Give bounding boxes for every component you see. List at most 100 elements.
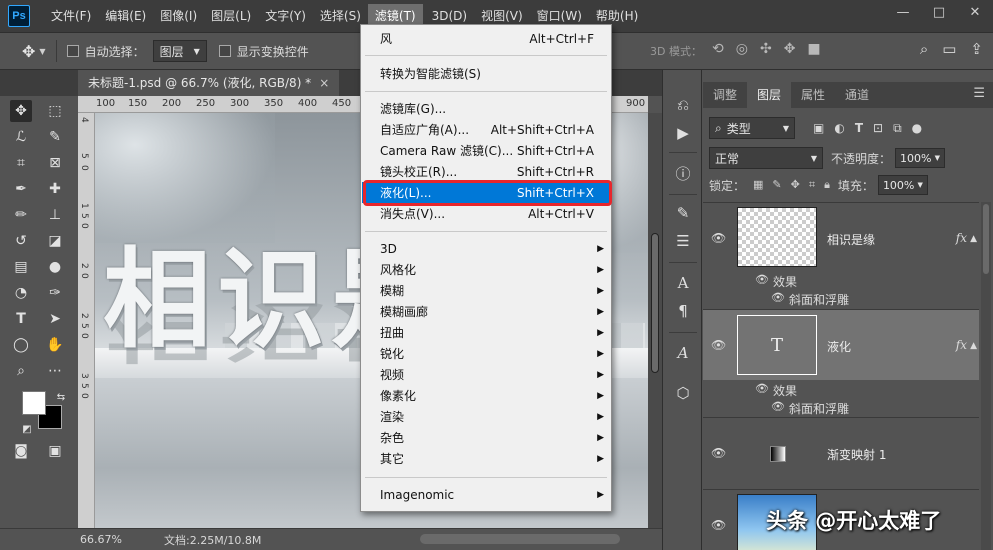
menu-edit[interactable]: 编辑(E) <box>98 4 153 28</box>
layer-row[interactable]: 👁︎ 相识是缘 fx ▲ 👁︎ 效果 👁︎ 斜面和浮雕 <box>703 203 979 310</box>
quick-select-tool-icon[interactable]: ✎ <box>44 126 66 148</box>
scroll-thumb[interactable] <box>983 204 989 274</box>
swap-colors-icon[interactable]: ⇆ <box>50 386 72 408</box>
move-tool-icon[interactable]: ✥ <box>10 100 32 122</box>
panel-menu-icon[interactable]: ☰ <box>973 86 985 101</box>
auto-select-checkbox[interactable] <box>66 45 79 57</box>
menu-type[interactable]: 文字(Y) <box>258 4 313 28</box>
orbit-3d-icon[interactable]: ⟲ <box>712 41 724 57</box>
gradient-tool-icon[interactable]: ▤ <box>10 256 32 278</box>
blend-mode-dropdown[interactable]: 正常 ▼ <box>709 147 823 169</box>
menu-layer[interactable]: 图层(L) <box>204 4 258 28</box>
path-select-tool-icon[interactable]: ➤ <box>44 308 66 330</box>
scroll-thumb[interactable] <box>651 233 659 373</box>
brush-settings-icon[interactable]: ✎ <box>672 202 694 224</box>
filter-submenu-item[interactable]: 像素化 ▶ <box>362 385 610 406</box>
filter-submenu-item[interactable]: 渲染 ▶ <box>362 406 610 427</box>
character-panel-icon[interactable]: A <box>672 272 694 294</box>
filter-menu-item[interactable]: Camera Raw 滤镜(C)... Shift+Ctrl+A <box>362 140 610 161</box>
share-icon[interactable]: ⇪ <box>970 40 983 58</box>
minimize-icon[interactable]: — <box>885 0 921 24</box>
filter-submenu-item[interactable]: 杂色 ▶ <box>362 427 610 448</box>
more-tools-icon[interactable]: ⋯ <box>44 360 66 382</box>
close-tab-icon[interactable]: × <box>319 76 329 90</box>
eye-icon[interactable]: 👁︎ <box>771 291 785 304</box>
maximize-icon[interactable]: □ <box>921 0 957 24</box>
eye-icon[interactable]: 👁︎ <box>711 231 726 245</box>
actions-panel-icon[interactable]: ▶ <box>672 122 694 144</box>
info-panel-icon[interactable]: ⓘ <box>672 162 694 184</box>
quick-mask-icon[interactable]: ◙ <box>10 440 32 462</box>
search-icon[interactable]: ⌕ <box>920 40 928 58</box>
lasso-tool-icon[interactable]: ℒ <box>10 126 32 148</box>
roll-3d-icon[interactable]: ◎ <box>736 41 748 57</box>
lock-all-icon[interactable]: 🔒︎ <box>824 178 830 192</box>
filter-menu-item[interactable]: 镜头校正(R)... Shift+Ctrl+R <box>362 161 610 182</box>
shape-tool-icon[interactable]: ◯ <box>10 334 32 356</box>
tab-channels[interactable]: 通道 <box>835 82 879 108</box>
show-transform-checkbox[interactable] <box>218 45 231 57</box>
eye-icon[interactable]: 👁︎ <box>755 273 769 286</box>
eye-icon[interactable]: 👁︎ <box>771 400 785 413</box>
type-filter-icon[interactable]: T <box>855 121 863 136</box>
3d-panel-icon[interactable]: ⬡ <box>672 382 694 404</box>
adjust-sliders-icon[interactable]: ☰ <box>672 230 694 252</box>
filter-toggle-icon[interactable]: ● <box>912 121 922 136</box>
marquee-tool-icon[interactable]: ⬚ <box>44 100 66 122</box>
default-colors-icon[interactable]: ◩ <box>16 418 38 440</box>
brush-tool-icon[interactable]: ✏ <box>10 204 32 226</box>
canvas-horizontal-scrollbar[interactable] <box>420 534 620 544</box>
chevron-up-icon[interactable]: ▲ <box>970 234 977 244</box>
screen-mode-icon[interactable]: ▣ <box>44 440 66 462</box>
filter-submenu-item[interactable]: 模糊画廊 ▶ <box>362 301 610 322</box>
eye-icon[interactable]: 👁︎ <box>711 338 726 352</box>
chevron-up-icon[interactable]: ▲ <box>970 341 977 351</box>
tab-adjustments[interactable]: 调整 <box>703 82 747 108</box>
stamp-tool-icon[interactable]: ⊥ <box>44 204 66 226</box>
menu-file[interactable]: 文件(F) <box>44 4 98 28</box>
menu-image[interactable]: 图像(I) <box>153 4 204 28</box>
pen-tool-icon[interactable]: ✑ <box>44 282 66 304</box>
fill-field[interactable]: 100% ▼ <box>877 175 928 195</box>
zoom-level[interactable]: 66.67% <box>80 533 140 546</box>
glyphs-panel-icon[interactable]: A <box>672 342 694 364</box>
healing-tool-icon[interactable]: ✚ <box>44 178 66 200</box>
layer-row-selected[interactable]: 👁︎ T 液化 fx ▲ 👁︎ 效果 👁︎ 斜面和浮雕 <box>703 310 979 418</box>
layers-scrollbar[interactable] <box>981 202 991 550</box>
auto-select-target-dropdown[interactable]: 图层 ▼ <box>152 40 207 62</box>
history-panel-icon[interactable]: ⎌ <box>672 94 694 116</box>
filter-submenu-item[interactable]: Imagenomic ▶ <box>362 484 610 505</box>
zoom-tool-icon[interactable]: ⌕ <box>10 360 32 382</box>
tool-preset-caret-icon[interactable]: ▼ <box>39 47 45 56</box>
paragraph-panel-icon[interactable]: ¶ <box>672 300 694 322</box>
filter-menu-item[interactable]: 消失点(V)... Alt+Ctrl+V <box>362 203 610 224</box>
type-tool-icon[interactable]: T <box>10 308 32 330</box>
hand-tool-icon[interactable]: ✋ <box>44 334 66 356</box>
lock-pixels-icon[interactable]: ✎ <box>772 178 781 192</box>
filter-menu-item[interactable]: 滤镜库(G)... <box>362 98 610 119</box>
shape-filter-icon[interactable]: ⊡ <box>873 121 883 136</box>
eye-icon[interactable]: 👁︎ <box>755 382 769 395</box>
eraser-tool-icon[interactable]: ◪ <box>44 230 66 252</box>
move-tool-icon[interactable]: ✥ <box>22 42 35 61</box>
filter-submenu-item[interactable]: 3D ▶ <box>362 238 610 259</box>
eye-icon[interactable]: 👁︎ <box>711 518 726 532</box>
close-window-icon[interactable]: ✕ <box>957 0 993 24</box>
filter-submenu-item[interactable]: 扭曲 ▶ <box>362 322 610 343</box>
lock-transparency-icon[interactable]: ▦ <box>753 178 763 192</box>
slide-3d-icon[interactable]: ✥ <box>784 41 796 57</box>
eye-icon[interactable]: 👁︎ <box>711 446 726 460</box>
filter-menu-item[interactable]: 转换为智能滤镜(S) <box>362 63 610 84</box>
canvas-vertical-scrollbar[interactable] <box>648 113 662 528</box>
workspace-icon[interactable]: ▭ <box>942 40 956 58</box>
dodge-tool-icon[interactable]: ◔ <box>10 282 32 304</box>
fx-icon[interactable]: fx <box>956 231 967 245</box>
camera-3d-icon[interactable]: ■ <box>807 41 820 57</box>
filter-submenu-item[interactable]: 视频 ▶ <box>362 364 610 385</box>
eyedropper-tool-icon[interactable]: ✒ <box>10 178 32 200</box>
filter-menu-item[interactable]: 风 Alt+Ctrl+F <box>362 28 610 49</box>
opacity-field[interactable]: 100% ▼ <box>895 148 946 168</box>
crop-tool-icon[interactable]: ⌗ <box>10 152 32 174</box>
fx-icon[interactable]: fx <box>956 338 967 352</box>
foreground-color-swatch[interactable] <box>22 391 46 415</box>
